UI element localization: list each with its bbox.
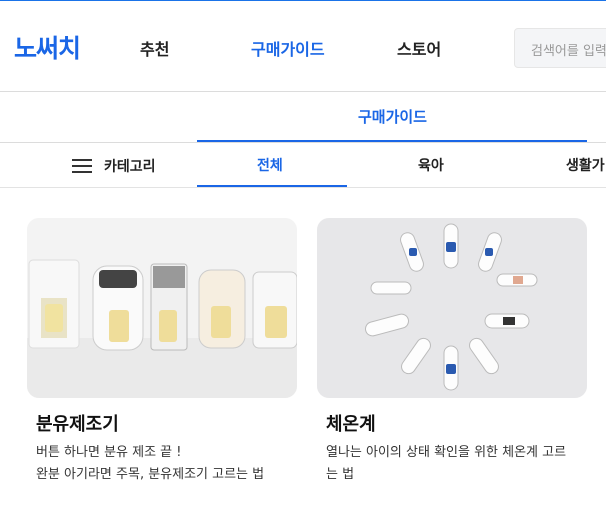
category-label: 카테고리 xyxy=(104,159,156,175)
top-header: 노써치 추천 구매가이드 스토어 검색어를 입력하 xyxy=(0,0,606,92)
nav-recommend[interactable]: 추천 xyxy=(140,36,169,60)
tab-all[interactable]: 전체 xyxy=(257,155,283,175)
formula-maker-image[interactable] xyxy=(27,218,297,398)
guide-card-formula-maker[interactable]: 분유제조기 버튼 하나면 분유 제조 끝 ! 완분 아기라면 주목, 분유제조기… xyxy=(27,218,297,486)
card-desc-line: 완분 아기라면 주목, 분유제조기 고르는 법 xyxy=(36,467,265,482)
category-button[interactable]: 카테고리 xyxy=(72,156,156,176)
menu-list-icon xyxy=(72,158,92,174)
category-tabbar: 카테고리 전체 육아 생활가 xyxy=(0,142,606,188)
nav-buying-guide[interactable]: 구매가이드 xyxy=(251,36,325,60)
search-input[interactable]: 검색어를 입력하 xyxy=(514,28,606,68)
guide-card-thermometer[interactable]: 체온계 열나는 아이의 상태 확인을 위한 체온계 고르는 법 xyxy=(317,218,587,486)
thermometer-image[interactable] xyxy=(317,218,587,398)
tab-living[interactable]: 생활가 xyxy=(566,155,605,175)
section-title: 구매가이드 xyxy=(357,108,427,126)
tab-parenting[interactable]: 육아 xyxy=(418,155,444,175)
section-header: 구매가이드 xyxy=(0,92,606,142)
card-title[interactable]: 분유제조기 xyxy=(27,410,297,436)
card-desc-line: 버튼 하나면 분유 제조 끝 ! xyxy=(36,445,182,460)
card-description: 버튼 하나면 분유 제조 끝 ! 완분 아기라면 주목, 분유제조기 고르는 법 xyxy=(27,442,297,486)
active-tab-underline xyxy=(197,185,347,187)
card-description: 열나는 아이의 상태 확인을 위한 체온계 고르는 법 xyxy=(326,445,567,482)
nav-store[interactable]: 스토어 xyxy=(397,36,441,60)
card-title[interactable]: 체온계 xyxy=(317,410,587,436)
site-logo[interactable]: 노써치 xyxy=(14,29,81,65)
